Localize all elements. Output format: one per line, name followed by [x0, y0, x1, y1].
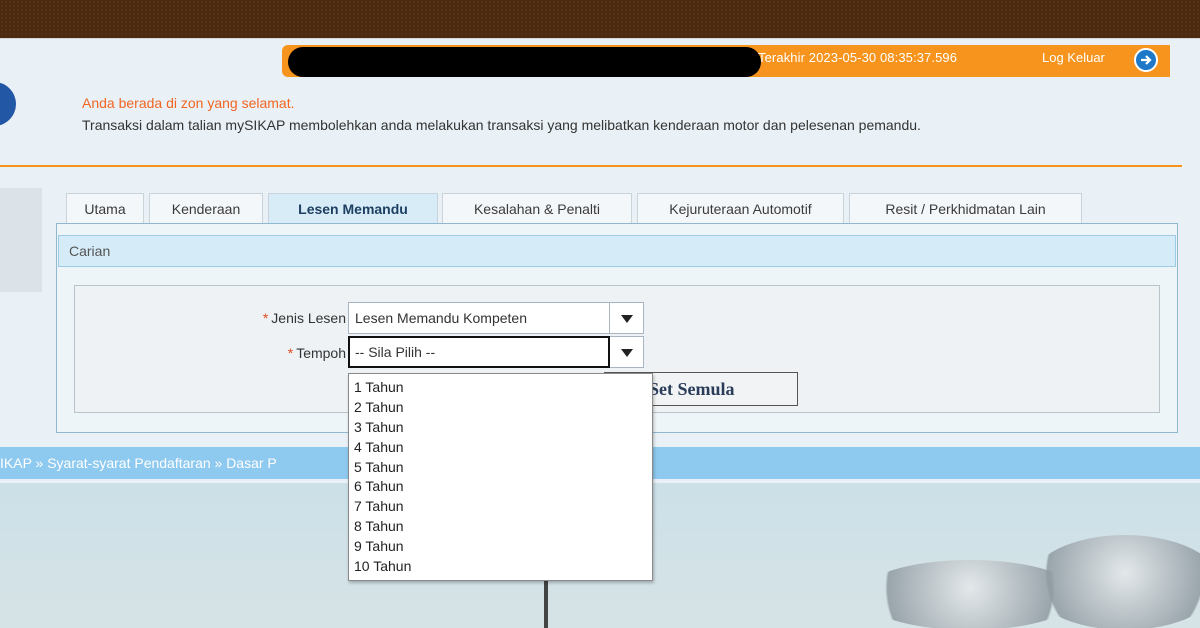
- period-dropdown-toggle[interactable]: [610, 336, 644, 368]
- chevron-down-icon: [621, 315, 633, 323]
- period-label: * Tempoh: [287, 345, 346, 361]
- licence-type-dropdown-toggle[interactable]: [610, 302, 644, 334]
- period-option[interactable]: 8 Tahun: [349, 517, 652, 537]
- top-header-bar: [0, 0, 1200, 38]
- section-divider: [0, 165, 1182, 167]
- tab-kejuruteraan-automotif[interactable]: Kejuruteraan Automotif: [637, 193, 844, 223]
- intro-text: Transaksi dalam talian mySIKAP membolehk…: [82, 117, 921, 133]
- tab-resit-perkhidmatan[interactable]: Resit / Perkhidmatan Lain: [849, 193, 1082, 223]
- side-panel-fragment: [0, 188, 42, 292]
- period-select[interactable]: -- Sila Pilih --: [348, 336, 610, 368]
- period-option[interactable]: 7 Tahun: [349, 497, 652, 517]
- licence-type-select[interactable]: Lesen Memandu Kompeten: [348, 302, 610, 334]
- redacted-username: [288, 47, 761, 77]
- period-option[interactable]: 6 Tahun: [349, 477, 652, 497]
- period-dropdown-list: 1 Tahun 2 Tahun 3 Tahun 4 Tahun 5 Tahun …: [348, 373, 653, 581]
- tab-kenderaan[interactable]: Kenderaan: [149, 193, 263, 223]
- safe-zone-notice: Anda berada di zon yang selamat.: [82, 95, 295, 111]
- search-section-header: Carian: [58, 235, 1176, 267]
- required-mark: *: [287, 345, 294, 361]
- tab-utama[interactable]: Utama: [66, 193, 144, 223]
- tab-lesen-memandu[interactable]: Lesen Memandu: [268, 193, 438, 223]
- chevron-down-icon: [621, 349, 633, 357]
- tower-decoration: [544, 581, 548, 628]
- breadcrumb[interactable]: IKAP » Syarat-syarat Pendaftaran » Dasar…: [0, 455, 277, 471]
- logout-link[interactable]: Log Keluar: [1042, 50, 1105, 65]
- arrow-right-icon[interactable]: [1134, 48, 1158, 72]
- last-login-text: Terakhir 2023-05-30 08:35:37.596: [758, 50, 958, 65]
- period-option[interactable]: 2 Tahun: [349, 398, 652, 418]
- period-option[interactable]: 3 Tahun: [349, 418, 652, 438]
- period-option[interactable]: 10 Tahun: [349, 557, 652, 577]
- tab-kesalahan-penalti[interactable]: Kesalahan & Penalti: [442, 193, 632, 223]
- period-option[interactable]: 5 Tahun: [349, 458, 652, 478]
- period-option[interactable]: 9 Tahun: [349, 537, 652, 557]
- period-option[interactable]: 1 Tahun: [349, 378, 652, 398]
- required-mark: *: [262, 310, 269, 326]
- licence-type-label: * Jenis Lesen: [262, 310, 346, 326]
- period-option[interactable]: 4 Tahun: [349, 438, 652, 458]
- cloud-decoration: [1030, 535, 1200, 628]
